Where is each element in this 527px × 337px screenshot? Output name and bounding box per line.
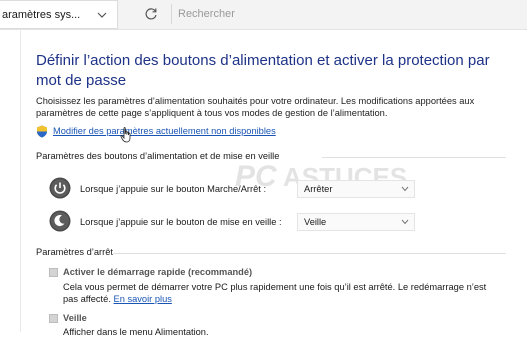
shutdown-section-title: Paramètres d’arrêt xyxy=(36,247,113,257)
cursor-icon xyxy=(120,127,131,143)
power-button-icon xyxy=(49,177,71,199)
fast-startup-description: Cela vous permet de démarrer votre PC pl… xyxy=(63,282,487,304)
select-value: Veille xyxy=(304,217,327,227)
chevron-down-icon xyxy=(401,219,409,225)
sleep-checkbox[interactable] xyxy=(49,314,58,323)
search-input[interactable]: Rechercher xyxy=(172,8,235,20)
power-button-action-select[interactable]: Arrêter xyxy=(297,180,415,198)
address-bar: aramètres sys... Rechercher xyxy=(0,0,527,30)
sleep-button-label: Lorsque j’appuie sur le bouton de mise e… xyxy=(80,217,282,227)
breadcrumb[interactable]: aramètres sys... xyxy=(0,0,118,29)
sleep-button-icon xyxy=(49,210,71,232)
chevron-down-icon[interactable] xyxy=(95,8,109,22)
fast-startup-label: Activer le démarrage rapide (recommandé) xyxy=(63,267,253,277)
page-description: Choisissez les paramètres d’alimentation… xyxy=(36,96,475,118)
sleep-label: Veille xyxy=(63,313,87,323)
window-frame-edge xyxy=(20,29,21,332)
refresh-icon[interactable] xyxy=(143,6,159,22)
power-button-label: Lorsque j’appuie sur le bouton Marche/Ar… xyxy=(80,184,267,194)
section-divider xyxy=(113,253,506,254)
sleep-description: Afficher dans le menu Alimentation. xyxy=(63,327,209,337)
section-divider xyxy=(322,157,506,158)
buttons-section-title: Paramètres des boutons d’alimentation et… xyxy=(36,151,280,161)
search-box[interactable]: Rechercher xyxy=(172,0,527,28)
select-value: Arrêter xyxy=(304,184,333,194)
breadcrumb-label: aramètres sys... xyxy=(2,8,81,21)
shield-icon xyxy=(37,125,47,138)
modify-settings-link[interactable]: Modifier des paramètres actuellement non… xyxy=(53,126,276,136)
chevron-down-icon xyxy=(401,186,409,192)
learn-more-link[interactable]: En savoir plus xyxy=(114,294,172,304)
fast-startup-checkbox[interactable] xyxy=(49,268,58,277)
sleep-button-action-select[interactable]: Veille xyxy=(297,213,415,231)
page-title: Définir l’action des boutons d’alimentat… xyxy=(36,52,490,89)
